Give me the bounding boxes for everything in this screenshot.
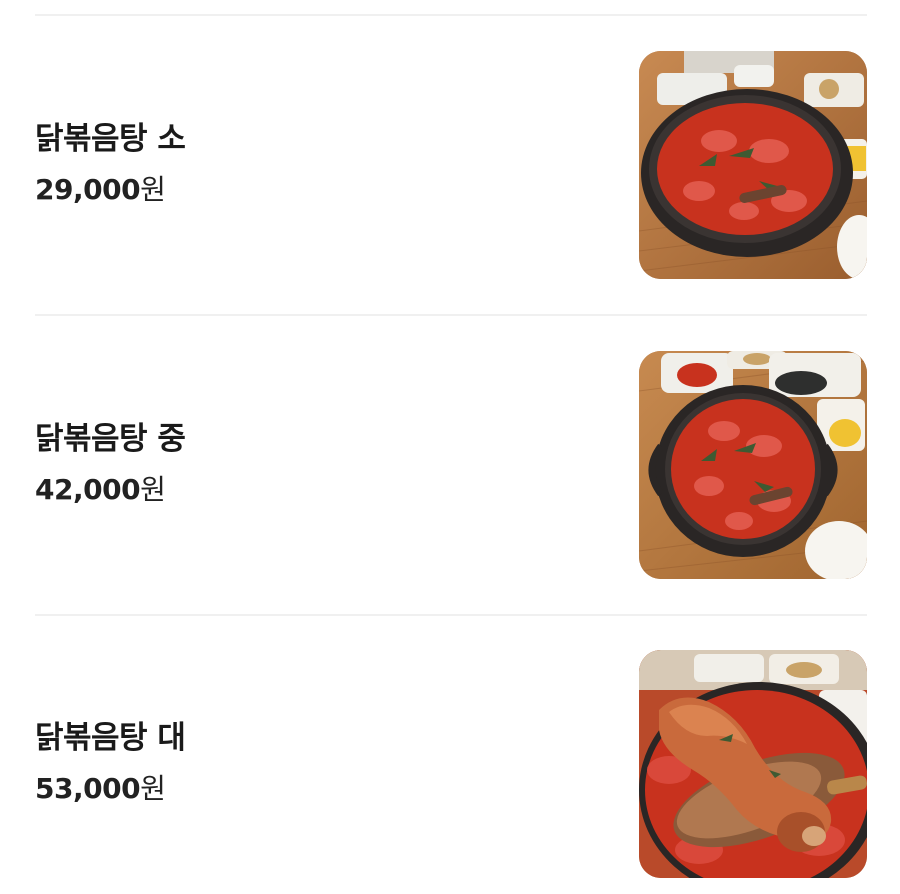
menu-item-medium[interactable]: 닭볶음탕 중 42,000원 bbox=[35, 351, 867, 581]
menu-item-price: 42,000원 bbox=[35, 470, 185, 510]
menu-item-price: 29,000원 bbox=[35, 170, 185, 210]
menu-item-large[interactable]: 닭볶음탕 대 53,000원 bbox=[35, 650, 867, 880]
menu-item-info: 닭볶음탕 대 53,000원 bbox=[35, 650, 186, 876]
item-divider bbox=[35, 314, 867, 316]
menu-item-info: 닭볶음탕 소 29,000원 bbox=[35, 51, 186, 277]
price-value: 29,000 bbox=[35, 173, 141, 206]
menu-item-info: 닭볶음탕 중 42,000원 bbox=[35, 351, 186, 577]
menu-item-price: 53,000원 bbox=[35, 769, 185, 809]
menu-item-name: 닭볶음탕 대 bbox=[35, 720, 186, 756]
item-divider bbox=[35, 614, 867, 616]
food-photo-image bbox=[639, 650, 867, 878]
food-photo-image bbox=[639, 51, 867, 279]
price-currency: 원 bbox=[140, 473, 166, 506]
menu-item-photo[interactable] bbox=[639, 650, 867, 878]
price-currency: 원 bbox=[140, 772, 166, 805]
price-currency: 원 bbox=[140, 173, 166, 206]
menu-item-name: 닭볶음탕 중 bbox=[35, 421, 186, 457]
price-value: 42,000 bbox=[35, 473, 141, 506]
price-value: 53,000 bbox=[35, 772, 141, 805]
menu-item-small[interactable]: 닭볶음탕 소 29,000원 bbox=[35, 51, 867, 281]
food-photo-image bbox=[639, 351, 867, 579]
menu-item-name: 닭볶음탕 소 bbox=[35, 121, 186, 157]
menu-item-photo[interactable] bbox=[639, 51, 867, 279]
top-divider bbox=[35, 14, 867, 16]
menu-item-photo[interactable] bbox=[639, 351, 867, 579]
